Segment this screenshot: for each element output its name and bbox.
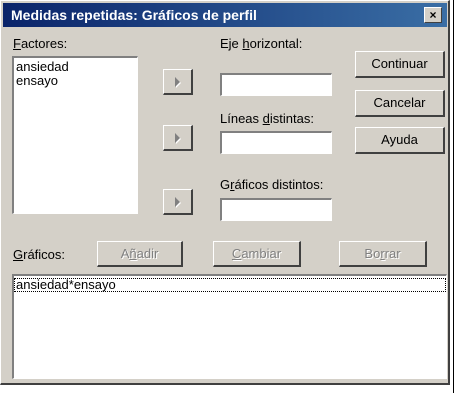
move-to-lineas-distintas-button[interactable] — [163, 125, 193, 151]
anadir-button[interactable]: Añadir — [97, 241, 183, 267]
close-button[interactable]: × — [424, 7, 442, 23]
factores-list[interactable]: ansiedad ensayo — [12, 56, 138, 214]
graficos-label: Gráficos: — [13, 247, 66, 262]
graficos-item[interactable]: ansiedad*ensayo — [14, 278, 446, 292]
lineas-distintas-label: Líneas distintas: — [220, 111, 314, 126]
graficos-distintos-field[interactable] — [220, 198, 332, 221]
move-to-graficos-distintos-button[interactable] — [163, 189, 193, 215]
continuar-button[interactable]: Continuar — [355, 51, 445, 78]
graficos-list[interactable]: ansiedad*ensayo — [12, 274, 447, 379]
close-icon: × — [429, 8, 437, 22]
window-edge — [453, 0, 454, 393]
factores-label: Factores: — [13, 36, 68, 51]
graficos-distintos-label: Gráficos distintos: — [220, 177, 324, 192]
dialog-title: Medidas repetidas: Gráficos de perfil — [11, 7, 257, 23]
ayuda-button[interactable]: Ayuda — [355, 127, 445, 154]
cambiar-button[interactable]: Cambiar — [213, 241, 301, 267]
eje-horizontal-field[interactable] — [220, 73, 332, 96]
lineas-distintas-field[interactable] — [220, 131, 332, 154]
cancelar-button[interactable]: Cancelar — [355, 90, 445, 117]
factores-item-ansiedad[interactable]: ansiedad — [14, 60, 137, 74]
eje-horizontal-label: Eje horizontal: — [220, 36, 303, 51]
factores-item-ensayo[interactable]: ensayo — [14, 74, 137, 88]
profile-plots-dialog: Medidas repetidas: Gráficos de perfil × … — [0, 0, 450, 385]
title-bar[interactable]: Medidas repetidas: Gráficos de perfil × — [3, 3, 447, 27]
borrar-button[interactable]: Borrar — [339, 241, 427, 267]
move-to-eje-horizontal-button[interactable] — [163, 69, 193, 95]
